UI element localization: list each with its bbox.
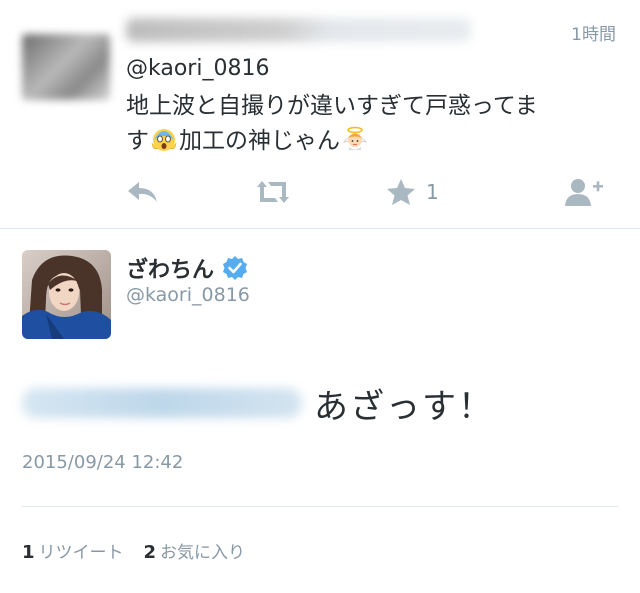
main-tweet-text: あざっす！ [314, 386, 494, 427]
mention-blurred[interactable] [22, 388, 302, 418]
main-avatar[interactable] [22, 250, 111, 339]
follow-user-icon [565, 179, 603, 206]
reply-tweet[interactable]: 1時間 @kaori_0816 地上波と自撮りが違いすぎて戸惑ってま す 加工の… [0, 0, 640, 229]
favorite-button[interactable]: 1 [386, 176, 439, 208]
verified-badge-icon [223, 256, 248, 280]
reply-action-bar: 1 [0, 172, 640, 212]
reply-author-name-blurred [126, 18, 471, 42]
avatar-photo [22, 250, 111, 339]
reply-text-line1: 地上波と自撮りが違いすぎて戸惑ってま [126, 93, 538, 119]
favorites-count: 2 [143, 542, 157, 563]
reply-avatar-blurred[interactable] [22, 34, 110, 100]
follow-button[interactable] [563, 176, 605, 208]
display-name-text: ざわちん [126, 258, 215, 283]
scream-emoji-icon [151, 129, 177, 151]
reply-text-line2b: 加工の神じゃん [179, 128, 340, 154]
retweet-button[interactable] [253, 176, 293, 208]
favorites-label: お気に入り [160, 543, 246, 563]
retweets-label: リツイート [38, 543, 124, 563]
divider [22, 506, 618, 507]
retweet-icon [257, 181, 289, 203]
retweets-stat[interactable]: 1 リツイート [22, 538, 124, 563]
reply-text-line2a: す [126, 128, 149, 154]
tweet-stats: 1 リツイート 2 お気に入り [22, 538, 245, 563]
angel-emoji-icon [343, 126, 367, 150]
main-handle[interactable]: @kaori_0816 [126, 284, 250, 306]
tweet-date: 2015/09/24 12:42 [22, 452, 184, 473]
favorite-count: 1 [426, 180, 439, 204]
reply-icon [128, 182, 157, 202]
reply-button[interactable] [126, 176, 160, 208]
reply-mention[interactable]: @kaori_0816 [126, 56, 269, 81]
favorites-stat[interactable]: 2 お気に入り [144, 538, 246, 563]
reply-timestamp: 1時間 [571, 25, 616, 45]
main-display-name[interactable]: ざわちん [126, 252, 248, 284]
reply-text: 地上波と自撮りが違いすぎて戸惑ってま す 加工の神じゃん [126, 89, 606, 159]
favorite-star-icon [387, 179, 415, 205]
retweets-count: 1 [22, 542, 35, 563]
main-tweet-body: あざっす！ [22, 378, 494, 428]
